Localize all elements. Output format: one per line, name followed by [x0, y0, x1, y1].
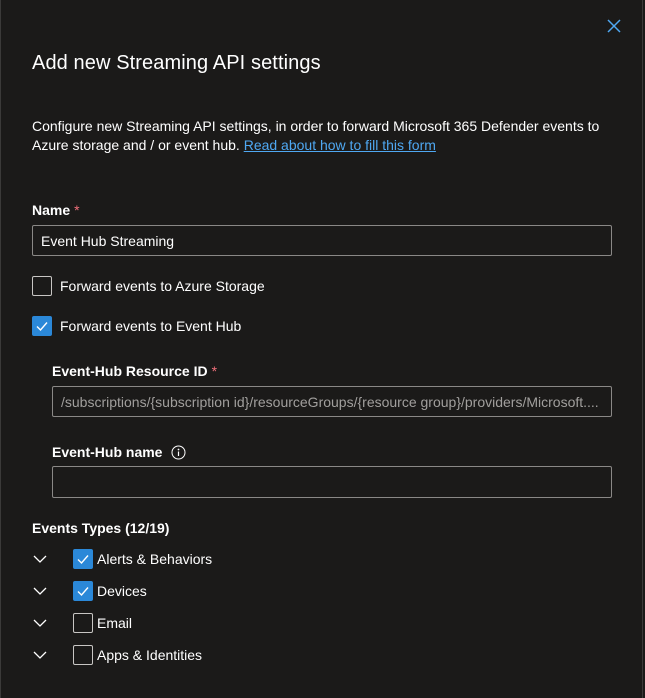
eventhub-name-label-text: Event-Hub name	[52, 444, 163, 460]
eventhub-name-input[interactable]	[52, 466, 612, 498]
forward-storage-checkbox[interactable]	[32, 276, 52, 296]
event-type-checkbox[interactable]	[73, 645, 93, 665]
chevron-down-icon[interactable]	[32, 615, 48, 631]
forward-eventhub-row[interactable]: Forward events to Event Hub	[32, 316, 241, 336]
eventhub-resource-label-text: Event-Hub Resource ID	[52, 363, 208, 379]
name-label: Name *	[32, 202, 80, 218]
event-type-row[interactable]: Alerts & Behaviors	[73, 549, 212, 569]
event-type-row[interactable]: Devices	[73, 581, 147, 601]
info-icon[interactable]	[171, 445, 186, 460]
event-type-label: Apps & Identities	[97, 647, 203, 663]
panel-description: Configure new Streaming API settings, in…	[32, 117, 622, 155]
event-type-checkbox[interactable]	[73, 549, 93, 569]
forward-eventhub-checkbox[interactable]	[32, 316, 52, 336]
event-type-label: Alerts & Behaviors	[97, 551, 213, 567]
event-type-row[interactable]: Apps & Identities	[73, 645, 202, 665]
chevron-down-icon[interactable]	[32, 583, 48, 599]
required-marker: *	[74, 202, 80, 218]
checkmark-icon	[36, 322, 48, 332]
eventhub-name-label: Event-Hub name	[52, 444, 186, 460]
event-type-checkbox[interactable]	[73, 581, 93, 601]
forward-storage-row[interactable]: Forward events to Azure Storage	[32, 276, 265, 296]
forward-storage-label: Forward events to Azure Storage	[60, 278, 265, 294]
streaming-api-panel: Add new Streaming API settings Configure…	[0, 0, 643, 698]
event-type-checkbox[interactable]	[73, 613, 93, 633]
name-input[interactable]	[32, 225, 612, 256]
name-label-text: Name	[32, 202, 71, 218]
checkmark-icon	[77, 587, 89, 597]
eventhub-resource-input[interactable]	[52, 386, 612, 417]
required-marker: *	[211, 363, 218, 379]
event-type-row[interactable]: Email	[73, 613, 132, 633]
checkmark-icon	[77, 555, 89, 565]
read-more-link[interactable]: Read about how to fill this form	[244, 137, 436, 153]
eventhub-resource-label: Event-Hub Resource ID *	[52, 363, 217, 379]
forward-eventhub-label: Forward events to Event Hub	[60, 318, 242, 334]
event-type-label: Email	[97, 615, 133, 631]
event-type-label: Devices	[97, 583, 147, 599]
panel-title: Add new Streaming API settings	[32, 52, 321, 74]
chevron-down-icon[interactable]	[32, 551, 48, 567]
close-icon[interactable]	[604, 16, 624, 36]
chevron-down-icon[interactable]	[32, 647, 48, 663]
event-types-heading: Events Types (12/19)	[32, 520, 170, 536]
